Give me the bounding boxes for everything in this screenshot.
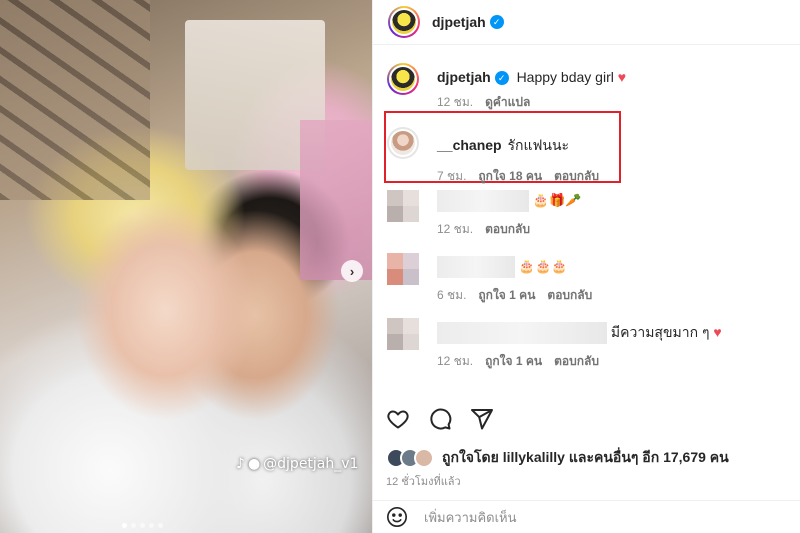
carousel-next-button[interactable]: › [341,260,363,282]
emoji-icon[interactable] [386,506,408,528]
comment-text: รักแฟนนะ [507,137,570,153]
comment-text: 🎂🎂🎂 [518,259,568,275]
liker-avatar [414,448,434,468]
blurred-avatar[interactable] [387,253,419,285]
comment-likes[interactable]: ถูกใจ 1 คน [485,352,542,371]
comment-item: 🎂🎁🥕 12 ชม. ตอบกลับ [387,190,581,239]
liked-by[interactable]: ถูกใจโดย lillykalilly และคนอื่นๆ อีก 17,… [386,447,729,469]
blurred-username [437,256,515,278]
carousel-dot [122,523,127,528]
post-photo[interactable]: › ♪ ● @djpetjah_v1 [0,0,372,533]
comment-time: 12 ชม. [437,222,474,236]
carousel-dot [140,523,145,528]
post-time: 12 ชั่วโมงที่แล้ว [386,476,461,488]
chevron-right-icon: › [349,263,355,279]
action-bar [386,407,494,431]
comment-text: มีความสุขมาก ๆ [610,324,710,340]
blurred-avatar[interactable] [387,190,419,222]
carousel-dot [131,523,136,528]
liked-by-text[interactable]: ถูกใจโดย lillykalilly และคนอื่นๆ อีก 17,… [442,447,729,469]
tiktok-icon: ♪ [236,456,245,472]
comment-input[interactable]: เพิ่มความคิดเห็น [424,507,517,528]
heart-emoji-icon: ♥ [713,324,722,340]
comment-username[interactable]: __chanep [437,137,502,153]
comment-time: 6 ชม. [437,288,467,302]
comment-text: 🎂🎁🥕 [532,193,582,209]
reply-button[interactable]: ตอบกลับ [554,352,599,371]
commenter-avatar[interactable] [387,127,419,159]
caption: djpetjah ✓ Happy bday girl ♥ 12 ชม. ดูคำแ… [387,63,626,112]
caption-time: 12 ชม. [437,95,474,110]
person-icon: ● [247,456,261,472]
reply-button[interactable]: ตอบกลับ [485,220,530,239]
background-shelf [0,0,150,200]
comment-item: __chanep รักแฟนนะ 7 ชม. ถูกใจ 18 คน ตอบก… [387,127,599,186]
comment-likes[interactable]: ถูกใจ 1 คน [478,286,535,305]
verified-badge-icon: ✓ [489,15,504,29]
translate-link[interactable]: ดูคำแปล [485,93,530,112]
caption-username[interactable]: djpetjah [437,69,491,85]
verified-badge-icon: ✓ [494,71,509,86]
heart-emoji-icon: ♥ [617,69,627,85]
reply-button[interactable]: ตอบกลับ [554,167,599,186]
comment-likes[interactable]: ถูกใจ 18 คน [478,167,542,186]
blurred-username [437,190,529,212]
carousel-dot [149,523,154,528]
background-wall [300,120,372,280]
add-comment-bar: เพิ่มความคิดเห็น [372,500,800,533]
comment-icon[interactable] [428,407,452,431]
comment-time: 7 ชม. [437,169,467,183]
post-header: djpetjah ✓ [373,0,800,45]
author-username[interactable]: djpetjah [432,14,486,30]
comment-time: 12 ชม. [437,354,474,369]
tiktok-watermark: ♪ ● @djpetjah_v1 [236,456,358,472]
comment-item: มีความสุขมาก ๆ ♥ 12 ชม. ถูกใจ 1 คน ตอบกล… [387,318,722,371]
blurred-username [437,322,607,345]
carousel-dot [158,523,163,528]
author-avatar[interactable] [388,6,420,38]
caption-avatar[interactable] [387,63,419,95]
caption-text: Happy bday girl [516,69,614,85]
watermark-text: @djpetjah_v1 [263,456,359,472]
share-icon[interactable] [470,407,494,431]
carousel-dots [122,523,163,528]
comment-item: 🎂🎂🎂 6 ชม. ถูกใจ 1 คน ตอบกลับ [387,253,592,305]
reply-button[interactable]: ตอบกลับ [547,286,592,305]
blurred-avatar[interactable] [387,318,419,350]
like-heart-icon[interactable] [386,407,410,431]
